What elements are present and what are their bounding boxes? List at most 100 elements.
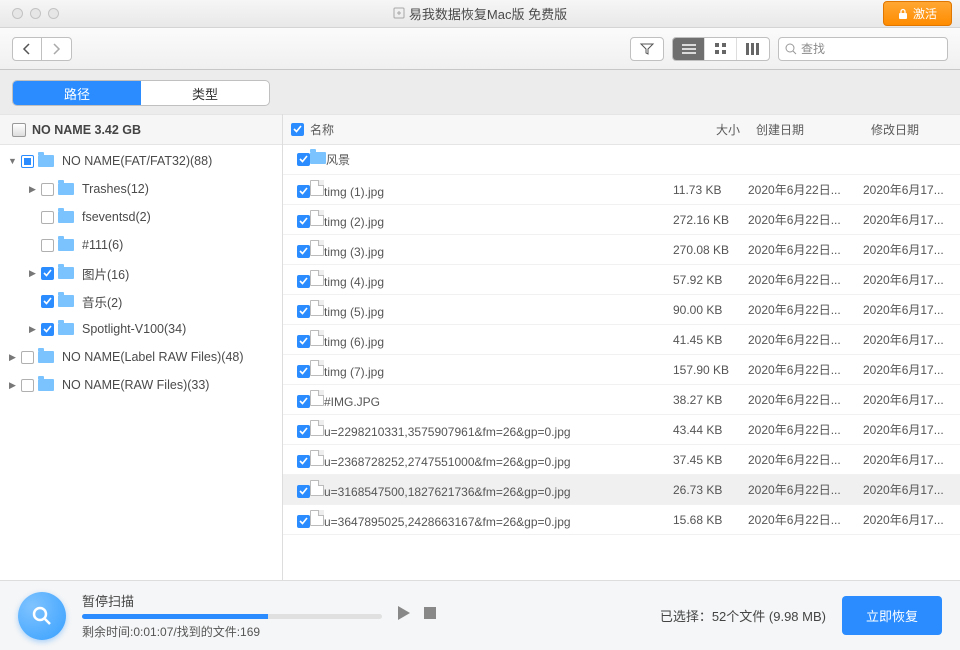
row-checkbox[interactable] (297, 395, 310, 408)
row-checkbox[interactable] (297, 215, 310, 228)
view-list-button[interactable] (673, 38, 705, 60)
expand-icon[interactable]: ▶ (28, 184, 37, 195)
row-checkbox[interactable] (297, 275, 310, 288)
scan-icon[interactable] (18, 592, 66, 640)
file-row[interactable]: u=2298210331,3575907961&fm=26&gp=0.jpg43… (283, 415, 960, 445)
row-checkbox[interactable] (297, 185, 310, 198)
tree-checkbox[interactable] (41, 295, 54, 308)
file-icon (310, 210, 324, 226)
search-input[interactable]: 查找 (778, 37, 948, 61)
filter-icon (640, 43, 654, 55)
tree-checkbox[interactable] (41, 239, 54, 252)
file-size: 157.90 KB (673, 363, 748, 377)
select-all-checkbox[interactable] (291, 123, 304, 136)
back-button[interactable] (12, 37, 42, 61)
expand-icon[interactable]: ▶ (28, 324, 37, 335)
tree-checkbox[interactable] (41, 323, 54, 336)
tree-checkbox[interactable] (21, 351, 34, 364)
file-name: u=2298210331,3575907961&fm=26&gp=0.jpg (324, 425, 571, 439)
tree-label: 图片(16) (82, 264, 129, 283)
file-row[interactable]: timg (3).jpg270.08 KB2020年6月22日...2020年6… (283, 235, 960, 265)
file-name: u=3168547500,1827621736&fm=26&gp=0.jpg (324, 485, 571, 499)
file-icon (310, 390, 324, 406)
play-button[interactable] (398, 606, 410, 625)
file-size: 11.73 KB (673, 183, 748, 197)
tree-node[interactable]: 音乐(2) (0, 287, 282, 315)
sidebar: NO NAME 3.42 GB ▼NO NAME(FAT/FAT32)(88)▶… (0, 114, 283, 580)
app-icon (393, 7, 405, 22)
expand-icon[interactable]: ▶ (28, 268, 37, 279)
col-size[interactable]: 大小 (673, 121, 748, 138)
row-checkbox[interactable] (297, 305, 310, 318)
file-row[interactable]: timg (7).jpg157.90 KB2020年6月22日...2020年6… (283, 355, 960, 385)
tree-node[interactable]: ▶NO NAME(RAW Files)(33) (0, 371, 282, 399)
file-icon (310, 510, 324, 526)
nav-buttons (12, 37, 72, 61)
recover-button[interactable]: 立即恢复 (842, 596, 942, 635)
tree-node[interactable]: fseventsd(2) (0, 203, 282, 231)
view-columns-button[interactable] (737, 38, 769, 60)
tree-checkbox[interactable] (41, 183, 54, 196)
file-name: u=3647895025,2428663167&fm=26&gp=0.jpg (324, 515, 571, 529)
expand-icon[interactable]: ▶ (8, 380, 17, 391)
file-row[interactable]: #IMG.JPG38.27 KB2020年6月22日...2020年6月17..… (283, 385, 960, 415)
file-row[interactable]: timg (6).jpg41.45 KB2020年6月22日...2020年6月… (283, 325, 960, 355)
tree-node[interactable]: ▶ NO NAME(Label RAW Files)(48) (0, 343, 282, 371)
file-name: timg (5).jpg (324, 305, 384, 319)
view-mode-segment (672, 37, 770, 61)
file-create-date: 2020年6月22日... (748, 211, 863, 228)
tree-checkbox[interactable] (21, 379, 34, 392)
minimize-icon[interactable] (30, 8, 41, 19)
row-checkbox[interactable] (297, 335, 310, 348)
col-modify-date[interactable]: 修改日期 (863, 121, 960, 138)
expand-icon[interactable]: ▼ (8, 156, 17, 166)
expand-icon[interactable]: ▶ (8, 352, 17, 363)
tab-type[interactable]: 类型 (141, 81, 269, 105)
file-modify-date: 2020年6月17... (863, 241, 960, 258)
col-create-date[interactable]: 创建日期 (748, 121, 863, 138)
tree-label: NO NAME(Label RAW Files)(48) (62, 350, 244, 364)
folder-icon (310, 152, 326, 164)
row-checkbox[interactable] (297, 365, 310, 378)
row-checkbox[interactable] (297, 485, 310, 498)
file-row[interactable]: timg (2).jpg272.16 KB2020年6月22日...2020年6… (283, 205, 960, 235)
tree-checkbox[interactable] (41, 211, 54, 224)
folder-icon (38, 155, 54, 167)
row-checkbox[interactable] (297, 245, 310, 258)
drive-header[interactable]: NO NAME 3.42 GB (0, 114, 282, 145)
activate-button[interactable]: 激活 (883, 1, 952, 26)
view-grid-button[interactable] (705, 38, 737, 60)
file-row[interactable]: timg (1).jpg11.73 KB2020年6月22日...2020年6月… (283, 175, 960, 205)
maximize-icon[interactable] (48, 8, 59, 19)
file-pane: 名称 大小 创建日期 修改日期 风景timg (1).jpg11.73 KB20… (283, 114, 960, 580)
filter-button[interactable] (630, 37, 664, 61)
file-row[interactable]: u=2368728252,2747551000&fm=26&gp=0.jpg37… (283, 445, 960, 475)
file-name: timg (1).jpg (324, 185, 384, 199)
row-checkbox[interactable] (297, 515, 310, 528)
col-name[interactable]: 名称 (283, 121, 673, 138)
tree-checkbox[interactable] (21, 155, 34, 168)
file-size: 37.45 KB (673, 453, 748, 467)
file-row[interactable]: u=3647895025,2428663167&fm=26&gp=0.jpg15… (283, 505, 960, 535)
list-icon (682, 44, 696, 54)
row-checkbox[interactable] (297, 153, 310, 166)
file-name: timg (6).jpg (324, 335, 384, 349)
forward-button[interactable] (42, 37, 72, 61)
tree-node[interactable]: ▼NO NAME(FAT/FAT32)(88) (0, 147, 282, 175)
tab-path[interactable]: 路径 (13, 81, 141, 105)
row-checkbox[interactable] (297, 455, 310, 468)
file-modify-date: 2020年6月17... (863, 451, 960, 468)
tree-node[interactable]: ▶ 图片(16) (0, 259, 282, 287)
file-icon (310, 360, 324, 376)
file-row[interactable]: 风景 (283, 145, 960, 175)
tree-checkbox[interactable] (41, 267, 54, 280)
tree-node[interactable]: ▶Spotlight-V100(34) (0, 315, 282, 343)
file-row[interactable]: timg (4).jpg57.92 KB2020年6月22日...2020年6月… (283, 265, 960, 295)
file-row[interactable]: timg (5).jpg90.00 KB2020年6月22日...2020年6月… (283, 295, 960, 325)
close-icon[interactable] (12, 8, 23, 19)
stop-button[interactable] (424, 606, 436, 625)
row-checkbox[interactable] (297, 425, 310, 438)
file-row[interactable]: u=3168547500,1827621736&fm=26&gp=0.jpg26… (283, 475, 960, 505)
tree-node[interactable]: ▶Trashes(12) (0, 175, 282, 203)
tree-node[interactable]: #111(6) (0, 231, 282, 259)
